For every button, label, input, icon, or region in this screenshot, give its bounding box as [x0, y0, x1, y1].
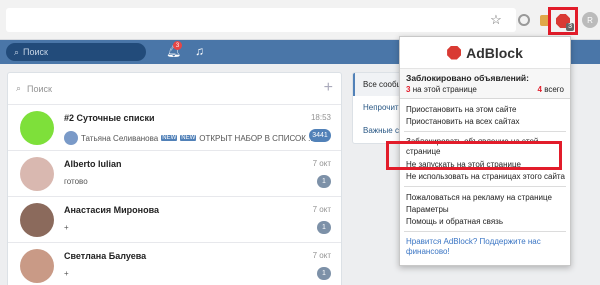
dialog-name: Alberto Iulian: [64, 159, 122, 169]
profile-avatar[interactable]: R: [582, 12, 598, 28]
new-tag: NEW: [161, 135, 178, 141]
unread-count: 1: [317, 221, 331, 234]
unread-count: 1: [317, 267, 331, 280]
settings-group: Пожаловаться на рекламу на странице Пара…: [400, 187, 570, 231]
unread-count: 3441: [309, 129, 331, 142]
pause-site-item[interactable]: Приостановить на этом сайте: [400, 103, 570, 115]
sender-avatar: [64, 131, 78, 145]
notification-badge: 3: [173, 41, 182, 50]
adblock-title: AdBlock: [466, 44, 523, 61]
music-icon[interactable]: ♫: [195, 44, 204, 58]
avatar: [20, 249, 54, 283]
pause-all-item[interactable]: Приостановить на всех сайтах: [400, 115, 570, 127]
avatar: [20, 111, 54, 145]
bookmark-star-icon[interactable]: ☆: [488, 12, 504, 28]
dialog-preview: Татьяна Селиванова NEW NEW ОТКРЫТ НАБОР …: [64, 131, 315, 145]
browser-toolbar: ☆ 3 R: [0, 0, 600, 40]
dialog-item[interactable]: Светлана Балуева 7 окт + 1: [8, 243, 341, 285]
extension-circle-icon[interactable]: [516, 12, 532, 28]
unread-count: 1: [317, 175, 331, 188]
dialog-name: Анастасия Миронова: [64, 205, 160, 215]
dialog-time: 7 окт: [312, 251, 331, 260]
blocked-title: Заблокировано объявлений:: [406, 73, 529, 83]
options-item[interactable]: Параметры: [400, 203, 570, 215]
dialog-time: 18:53: [310, 113, 331, 122]
new-tag: NEW: [180, 135, 197, 141]
pause-group: Приостановить на этом сайте Приостановит…: [400, 99, 570, 131]
dialog-item[interactable]: #2 Суточные списки 18:53 Татьяна Селиван…: [8, 105, 341, 151]
dialog-time: 7 окт: [312, 205, 331, 214]
dialog-name: Светлана Балуева: [64, 251, 147, 261]
adblock-logo-icon: [447, 45, 462, 60]
dont-use-domain-item[interactable]: Не использовать на страницах этого сайта: [400, 170, 570, 182]
dialog-preview: +: [64, 269, 69, 278]
dialog-item[interactable]: Анастасия Миронова 7 окт + 1: [8, 197, 341, 243]
blocked-total: 4 всего: [537, 85, 565, 94]
blocked-row: 3 на этой странице 4 всего: [406, 85, 564, 94]
adblock-extension-button[interactable]: 3: [548, 7, 578, 35]
dialog-name: #2 Суточные списки: [64, 113, 155, 123]
dialog-time: 7 окт: [312, 159, 331, 168]
sender-name: Татьяна Селиванова: [81, 133, 159, 143]
dialog-item[interactable]: Alberto Iulian 7 окт готово 1: [8, 151, 341, 197]
avatar: [20, 203, 54, 237]
vk-search-placeholder: Поиск: [23, 47, 48, 57]
avatar: [20, 157, 54, 191]
search-icon: ⌕: [16, 83, 22, 93]
messages-panel: ⌕ Поиск + #2 Суточные списки 18:53 Татья…: [7, 72, 342, 285]
messages-search-input[interactable]: ⌕ Поиск +: [8, 73, 341, 105]
blocked-stats: Заблокировано объявлений: 3 на этой стра…: [400, 69, 570, 99]
messages-search-placeholder: Поиск: [27, 83, 52, 94]
support-link[interactable]: Нравится AdBlock? Поддержите нас финансо…: [400, 232, 570, 262]
dialog-preview: +: [64, 223, 69, 232]
adblock-count-badge: 3: [566, 23, 574, 31]
dialog-preview: готово: [64, 177, 88, 186]
highlight-box: [386, 141, 562, 170]
report-ad-item[interactable]: Пожаловаться на рекламу на странице: [400, 191, 570, 203]
blocked-on-page: 3 на этой странице: [406, 85, 477, 94]
search-icon: ⌕: [14, 46, 20, 57]
address-bar[interactable]: [6, 8, 516, 32]
plus-icon[interactable]: +: [324, 79, 333, 97]
preview-text: ОТКРЫТ НАБОР В СПИСОК ...: [199, 133, 315, 143]
vk-search-input[interactable]: ⌕ Поиск: [6, 43, 146, 61]
adblock-header: AdBlock: [400, 37, 570, 69]
help-item[interactable]: Помощь и обратная связь: [400, 215, 570, 227]
